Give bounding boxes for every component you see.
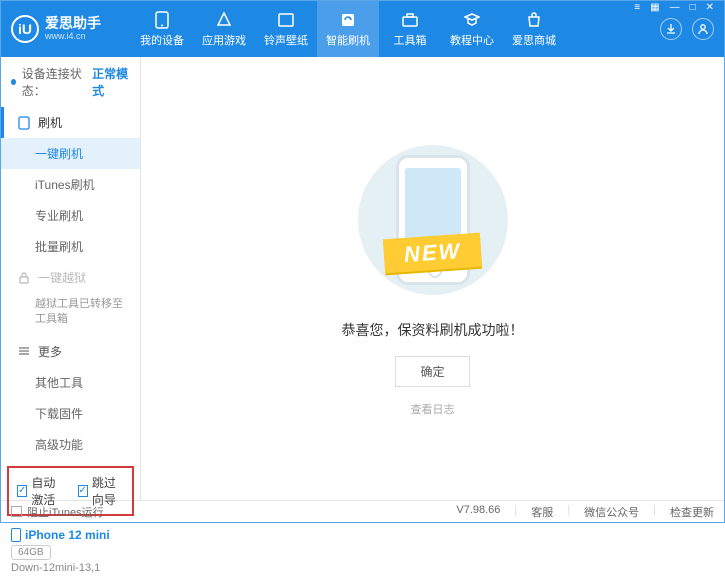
check-icon: ✓ <box>78 485 88 497</box>
sidebar-section-more[interactable]: 更多 <box>1 336 140 367</box>
device-phone-icon <box>11 528 21 542</box>
version-label: V7.98.66 <box>456 504 500 520</box>
device-model: Down-12mini-13,1 <box>11 562 130 574</box>
nav-apps[interactable]: 应用游戏 <box>193 1 255 57</box>
sidebar-section-flash[interactable]: 刷机 <box>1 107 140 138</box>
main-content: NEW 恭喜您，保资料刷机成功啦！ 确定 查看日志 <box>141 57 724 500</box>
customer-service-link[interactable]: 客服 <box>531 504 553 520</box>
wechat-link[interactable]: 微信公众号 <box>584 504 639 520</box>
main-nav: 我的设备 应用游戏 铃声壁纸 智能刷机 工具箱 教程中心 爱思商城 <box>131 1 660 57</box>
sidebar: 设备连接状态： 正常模式 刷机 一键刷机 iTunes刷机 专业刷机 批量刷机 … <box>1 57 141 500</box>
more-icon <box>18 345 32 357</box>
check-icon: ✓ <box>17 485 27 497</box>
lock-icon <box>18 272 32 284</box>
minimize-icon[interactable]: — <box>665 0 685 15</box>
store-icon <box>525 11 543 29</box>
app-url: www.i4.cn <box>45 32 101 42</box>
check-update-link[interactable]: 检查更新 <box>670 504 714 520</box>
view-log-link[interactable]: 查看日志 <box>411 401 455 417</box>
success-illustration: NEW <box>333 140 533 300</box>
connection-status: 设备连接状态： 正常模式 <box>1 57 140 107</box>
flash-icon <box>339 11 357 29</box>
toolbox-icon <box>401 11 419 29</box>
device-info[interactable]: iPhone 12 mini 64GB Down-12mini-13,1 <box>1 522 140 580</box>
menu-icon[interactable]: ≡ <box>629 0 645 15</box>
checkbox-icon <box>11 506 22 517</box>
nav-ringtones[interactable]: 铃声壁纸 <box>255 1 317 57</box>
app-name: 爱思助手 <box>45 16 101 31</box>
apps-icon <box>215 11 233 29</box>
skin-icon[interactable]: ▦ <box>645 0 664 15</box>
nav-store[interactable]: 爱思商城 <box>503 1 565 57</box>
sidebar-section-jailbreak: 一键越狱 <box>1 262 140 293</box>
nav-flash[interactable]: 智能刷机 <box>317 1 379 57</box>
checkbox-block-itunes[interactable]: 阻止iTunes运行 <box>11 504 104 520</box>
nav-toolbox[interactable]: 工具箱 <box>379 1 441 57</box>
logo-icon: iU <box>11 15 39 43</box>
device-capacity: 64GB <box>11 545 51 560</box>
status-dot-icon <box>11 79 16 85</box>
tutorial-icon <box>463 11 481 29</box>
sidebar-item-batch-flash[interactable]: 批量刷机 <box>1 231 140 262</box>
logo: iU 爱思助手 www.i4.cn <box>11 15 131 43</box>
nav-my-device[interactable]: 我的设备 <box>131 1 193 57</box>
phone-icon <box>153 11 171 29</box>
sidebar-item-oneclick-flash[interactable]: 一键刷机 <box>1 138 140 169</box>
sidebar-item-advanced[interactable]: 高级功能 <box>1 429 140 460</box>
jailbreak-note: 越狱工具已转移至工具箱 <box>1 293 140 336</box>
device-name: iPhone 12 mini <box>25 528 110 542</box>
download-icon[interactable] <box>660 18 682 40</box>
sidebar-item-other-tools[interactable]: 其他工具 <box>1 367 140 398</box>
nav-tutorials[interactable]: 教程中心 <box>441 1 503 57</box>
new-ribbon: NEW <box>383 233 482 274</box>
sidebar-item-itunes-flash[interactable]: iTunes刷机 <box>1 169 140 200</box>
header: iU 爱思助手 www.i4.cn 我的设备 应用游戏 铃声壁纸 智能刷机 工具… <box>1 1 724 57</box>
ok-button[interactable]: 确定 <box>395 356 469 387</box>
maximize-icon[interactable]: □ <box>685 0 701 15</box>
success-message: 恭喜您，保资料刷机成功啦！ <box>342 320 524 340</box>
wallpaper-icon <box>277 11 295 29</box>
sidebar-item-pro-flash[interactable]: 专业刷机 <box>1 200 140 231</box>
sidebar-item-download-firmware[interactable]: 下载固件 <box>1 398 140 429</box>
flash-section-icon <box>18 116 32 130</box>
user-icon[interactable] <box>692 18 714 40</box>
close-icon[interactable]: ✕ <box>701 0 719 15</box>
